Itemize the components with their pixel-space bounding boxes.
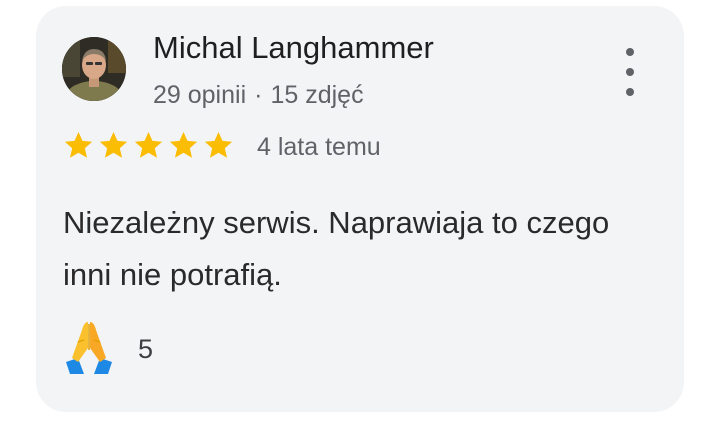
avatar-photo (62, 37, 126, 101)
author-name[interactable]: Michal Langhammer (153, 28, 434, 68)
folded-hands-icon (62, 318, 116, 381)
review-text: Niezależny serwis. Naprawiaja to czego i… (63, 205, 610, 292)
star-rating (62, 129, 235, 162)
more-options-icon-dot (626, 88, 634, 96)
more-options-icon (626, 48, 634, 56)
reaction-count: 5 (138, 334, 154, 364)
star-icon (97, 129, 130, 162)
star-icon (132, 129, 165, 162)
star-icon (62, 129, 95, 162)
more-options-button[interactable] (616, 48, 644, 96)
reviews-count: 29 opinii (153, 81, 247, 109)
avatar[interactable] (62, 37, 126, 101)
star-icon (202, 129, 235, 162)
author-meta: 29 opinii · 15 zdjęć (153, 78, 364, 112)
meta-separator: · (254, 81, 263, 109)
star-icon (167, 129, 200, 162)
reaction-button[interactable]: 5 (62, 318, 153, 381)
more-options-icon-dot (626, 68, 634, 76)
photos-count: 15 zdjęć (270, 81, 364, 109)
review-date: 4 lata temu (257, 133, 381, 161)
